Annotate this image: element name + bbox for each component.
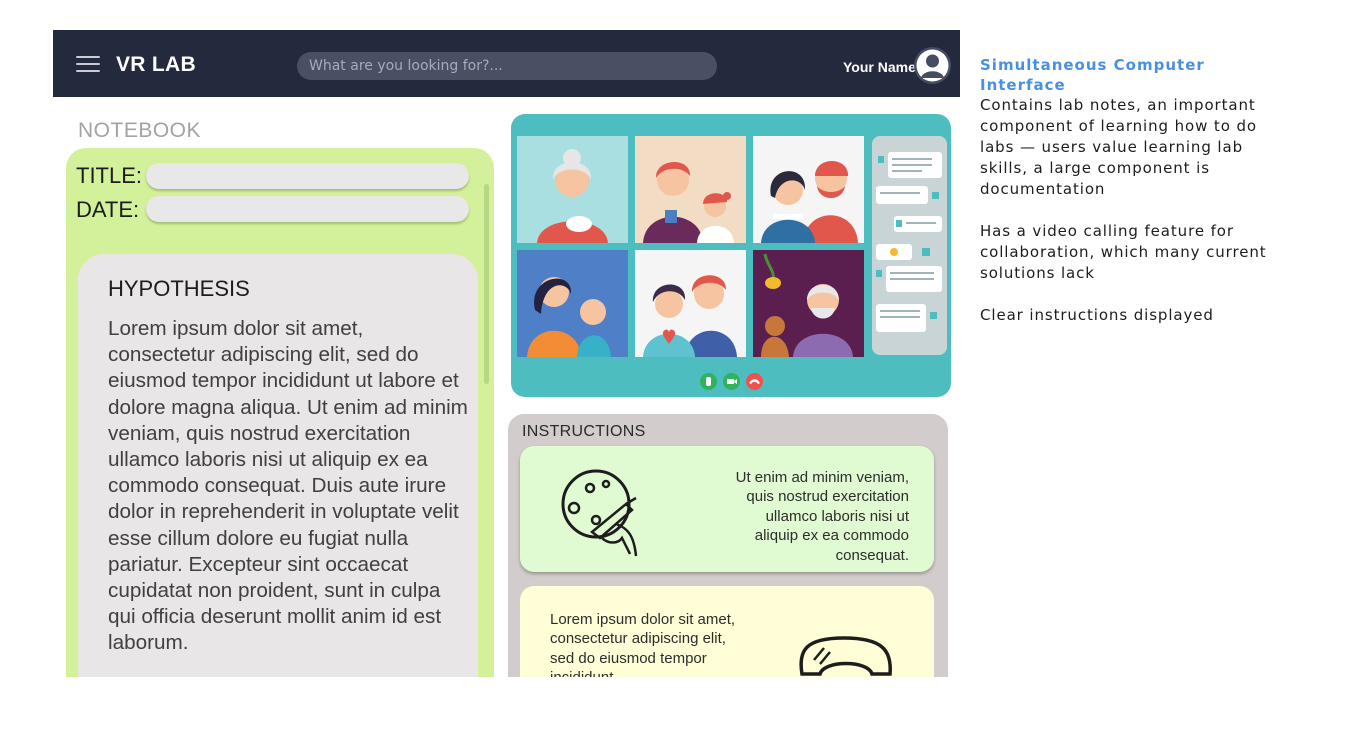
hang-up-icon[interactable] (746, 373, 763, 390)
microphone-icon[interactable] (700, 373, 717, 390)
instruction-step-text: Ut enim ad minim veniam, quis nostrud ex… (735, 469, 909, 564)
video-call-panel (511, 114, 951, 397)
annotation-panel: Simultaneous Computer Interface Contains… (980, 55, 1280, 347)
notebook-panel: TITLE: DATE: HYPOTHESIS Lorem ipsum dolo… (66, 148, 494, 677)
petri-dish-icon (561, 469, 638, 557)
vr-lab-app: VR LAB Your Name NOTEBOOK TITLE: DATE: H… (53, 30, 960, 677)
safety-goggles-icon (799, 636, 892, 676)
video-tile[interactable] (517, 250, 628, 357)
hypothesis-card[interactable]: HYPOTHESIS Lorem ipsum dolor sit amet, c… (78, 254, 478, 677)
user-silhouette-icon (916, 49, 949, 82)
participant-teens-illustration (643, 275, 737, 357)
annotation-paragraph: Contains lab notes, an important compone… (980, 96, 1257, 198)
chat-messages-illustration (876, 152, 942, 332)
video-tile[interactable] (753, 250, 864, 357)
annotation-title: Simultaneous Computer Interface (980, 56, 1205, 94)
hypothesis-text[interactable]: Lorem ipsum dolor sit amet, consectetur … (108, 316, 468, 657)
instructions-panel: INSTRUCTIONS Ut enim ad minim veniam, qu… (508, 414, 948, 677)
hamburger-menu-icon[interactable] (76, 56, 100, 72)
instruction-step[interactable]: Lorem ipsum dolor sit amet, consectetur … (520, 586, 934, 677)
search-input[interactable] (297, 52, 717, 80)
annotation-paragraph: Has a video calling feature for collabor… (980, 222, 1267, 282)
annotation-paragraph: Clear instructions displayed (980, 306, 1214, 324)
date-field[interactable] (146, 196, 469, 222)
participant-grandmother-illustration (537, 149, 608, 243)
instruction-step-text: Lorem ipsum dolor sit amet, consectetur … (550, 611, 736, 677)
title-label: TITLE: (76, 163, 143, 188)
chat-sidebar[interactable] (872, 136, 947, 355)
video-tile[interactable] (635, 250, 746, 357)
user-name[interactable]: Your Name (843, 59, 916, 75)
participant-couple-illustration (761, 161, 858, 243)
title-field[interactable] (146, 163, 469, 189)
participant-mother-baby-illustration (527, 277, 611, 357)
instructions-heading: INSTRUCTIONS (522, 423, 646, 440)
participant-father-daughter-illustration (643, 161, 734, 243)
notebook-scrollbar[interactable] (484, 184, 489, 384)
video-tile[interactable] (635, 136, 746, 243)
avatar[interactable] (914, 47, 951, 84)
date-label: DATE: (76, 197, 140, 222)
video-tile[interactable] (517, 136, 628, 243)
camera-icon[interactable] (723, 373, 740, 390)
participant-grandfather-dog-illustration (761, 253, 853, 357)
brand-logo: VR LAB (116, 53, 196, 76)
video-tile[interactable] (753, 136, 864, 243)
instruction-step[interactable]: Ut enim ad minim veniam, quis nostrud ex… (520, 446, 934, 572)
top-bar: VR LAB Your Name (53, 30, 960, 97)
hypothesis-heading: HYPOTHESIS (108, 276, 250, 301)
notebook-label: NOTEBOOK (78, 119, 202, 142)
